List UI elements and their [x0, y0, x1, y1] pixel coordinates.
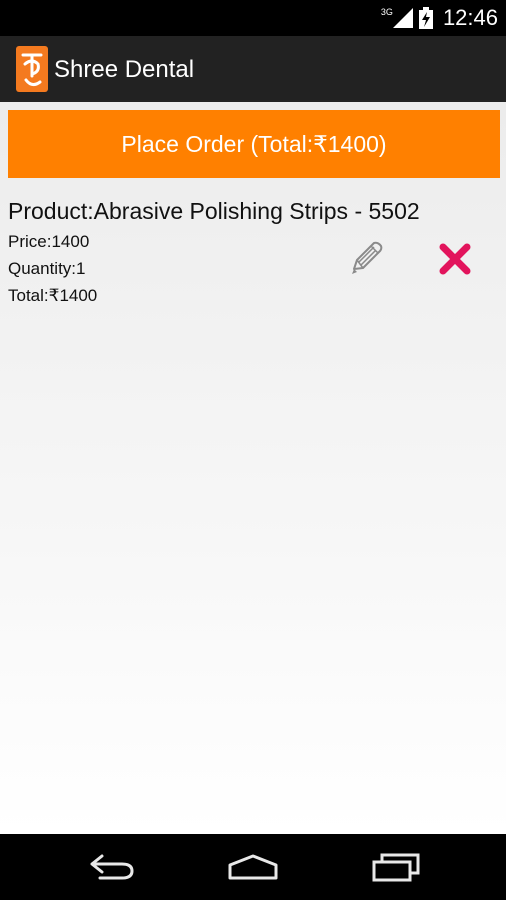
action-bar: Shree Dental — [0, 36, 506, 102]
signal-icon — [392, 8, 413, 28]
product-name: Product:Abrasive Polishing Strips - 5502 — [8, 198, 420, 224]
status-bar: 3G 12:46 — [0, 0, 506, 36]
cart-content: Place Order (Total:₹1400) Product:Abrasi… — [0, 102, 506, 834]
product-quantity: Quantity:1 — [8, 259, 86, 278]
navigation-bar — [0, 834, 506, 900]
place-order-button[interactable]: Place Order (Total:₹1400) — [8, 110, 500, 178]
product-total: Total:₹1400 — [8, 286, 98, 305]
cart-item: Product:Abrasive Polishing Strips - 5502… — [8, 194, 498, 314]
product-price: Price:1400 — [8, 232, 90, 251]
recent-apps-icon[interactable] — [370, 852, 422, 882]
network-type: 3G — [380, 7, 393, 17]
pencil-icon[interactable] — [344, 238, 386, 280]
clock: 12:46 — [442, 5, 498, 30]
home-icon[interactable] — [226, 852, 280, 882]
status-icons: 3G 12:46 — [381, 0, 498, 36]
close-icon[interactable] — [438, 242, 472, 276]
app-title: Shree Dental — [54, 56, 195, 83]
back-icon[interactable] — [88, 852, 136, 882]
shree-logo-icon[interactable] — [16, 46, 48, 92]
battery-charging-icon — [418, 7, 433, 29]
